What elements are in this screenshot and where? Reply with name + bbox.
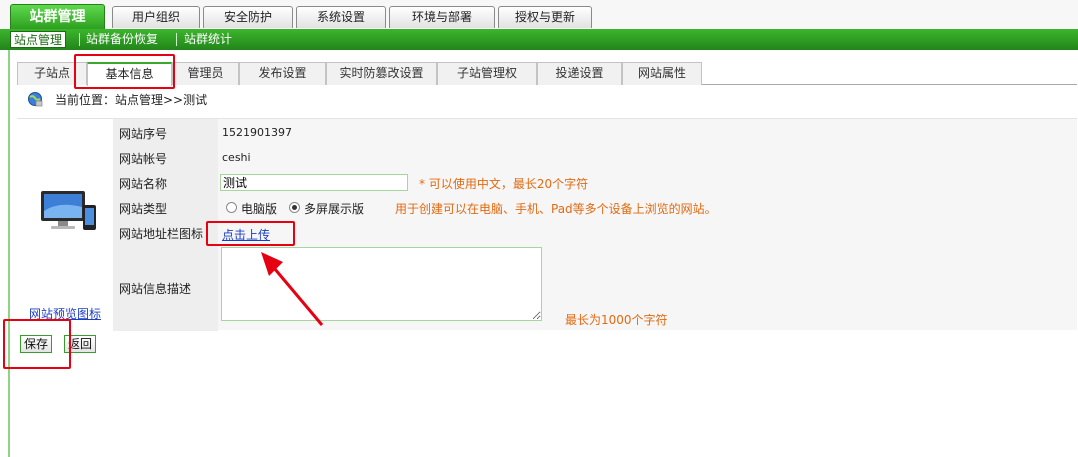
site-id-label: 网站序号 bbox=[119, 127, 168, 141]
tab-admins[interactable]: 管理员 bbox=[172, 62, 239, 85]
top-tab-user-org[interactable]: 用户组织 bbox=[112, 6, 200, 28]
top-tab-site-group[interactable]: 站群管理 bbox=[10, 4, 105, 30]
annotation-box-upload-link bbox=[206, 221, 295, 246]
site-type-radio-multiscreen[interactable] bbox=[289, 202, 300, 213]
site-name-label: 网站名称 bbox=[119, 177, 168, 191]
top-tab-bar: 站群管理 用户组织 安全防护 系统设置 环境与部署 授权与更新 bbox=[0, 0, 1078, 30]
breadcrumb: 当前位置：站点管理>>测试 bbox=[17, 86, 1077, 112]
app-window: 站群管理 用户组织 安全防护 系统设置 环境与部署 授权与更新 站点管理 站群备… bbox=[0, 0, 1078, 457]
site-type-desktop-label: 电脑版 bbox=[241, 202, 278, 216]
tab-bar: 子站点 基本信息 管理员 发布设置 实时防篡改设置 子站管理权 投递设置 网站属… bbox=[17, 62, 1077, 86]
annotation-box-basic-info-tab bbox=[74, 54, 175, 89]
preview-column: 网站预览图标 bbox=[17, 119, 113, 331]
tab-site-properties[interactable]: 网站属性 bbox=[622, 62, 702, 85]
sub-nav-site-management[interactable]: 站点管理 bbox=[10, 31, 67, 48]
site-id-value: 1521901397 bbox=[222, 126, 292, 139]
top-tab-security[interactable]: 安全防护 bbox=[203, 6, 293, 28]
sub-nav-divider bbox=[176, 33, 177, 46]
description-label: 网站信息描述 bbox=[119, 282, 192, 296]
sub-nav: 站点管理 站群备份恢复 站群统计 bbox=[0, 29, 1078, 50]
location-globe-icon bbox=[28, 92, 43, 107]
site-type-label: 网站类型 bbox=[119, 202, 168, 216]
top-tab-license[interactable]: 授权与更新 bbox=[498, 6, 592, 28]
tab-sub-site-permissions[interactable]: 子站管理权 bbox=[437, 62, 537, 85]
top-tab-environment[interactable]: 环境与部署 bbox=[389, 6, 495, 28]
annotation-box-save-button bbox=[3, 319, 71, 369]
tab-publish-settings[interactable]: 发布设置 bbox=[239, 62, 326, 85]
sub-nav-backup-restore[interactable]: 站群备份恢复 bbox=[86, 31, 158, 48]
multi-device-preview-icon bbox=[41, 191, 96, 230]
site-type-hint: 用于创建可以在电脑、手机、Pad等多个设备上浏览的网站。 bbox=[395, 202, 717, 216]
site-account-value: ceshi bbox=[222, 151, 251, 164]
basic-info-form: 网站预览图标 网站序号 1521901397 网站帐号 ceshi 网站名称 *… bbox=[17, 118, 1077, 331]
site-type-multiscreen-label: 多屏展示版 bbox=[304, 202, 365, 216]
left-border-line bbox=[8, 50, 10, 457]
top-tab-system-settings[interactable]: 系统设置 bbox=[296, 6, 386, 28]
site-type-radio-desktop[interactable] bbox=[226, 202, 237, 213]
breadcrumb-text: 当前位置：站点管理>>测试 bbox=[55, 93, 208, 107]
tab-delivery-settings[interactable]: 投递设置 bbox=[537, 62, 622, 85]
favicon-label: 网站地址栏图标 bbox=[119, 227, 204, 241]
tab-tamper-protection[interactable]: 实时防篡改设置 bbox=[326, 62, 437, 85]
sub-nav-statistics[interactable]: 站群统计 bbox=[184, 31, 232, 48]
site-account-label: 网站帐号 bbox=[119, 152, 168, 166]
description-hint: 最长为1000个字符 bbox=[565, 313, 668, 327]
site-name-input[interactable] bbox=[220, 174, 408, 191]
annotation-arrow bbox=[261, 252, 324, 326]
sub-nav-divider bbox=[79, 33, 80, 46]
site-name-hint: * 可以使用中文，最长20个字符 bbox=[419, 177, 589, 191]
